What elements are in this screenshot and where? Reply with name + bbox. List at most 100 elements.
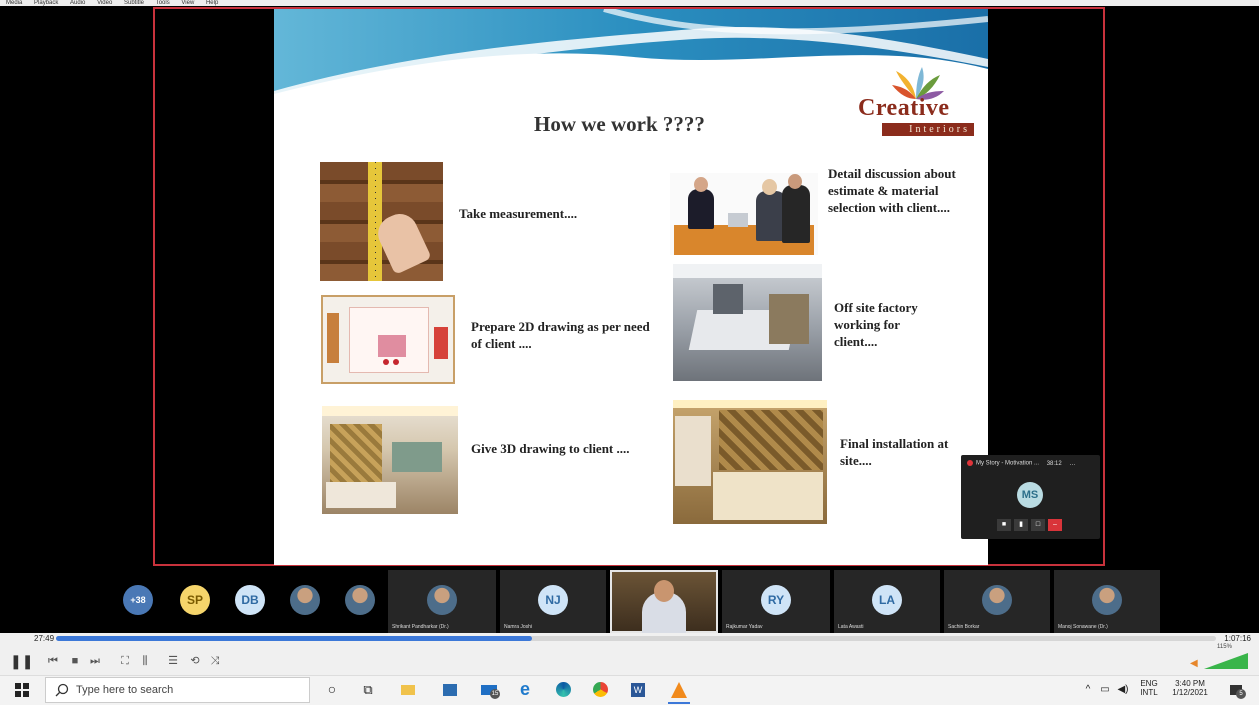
avatar[interactable]: SP bbox=[180, 585, 210, 615]
search-icon bbox=[55, 683, 69, 697]
step-installation-text: Final installation at site.... bbox=[840, 436, 949, 468]
2d-drawing-image bbox=[321, 295, 455, 384]
fullscreen-icon[interactable]: ⛶ bbox=[116, 652, 134, 670]
notification-badge: 5 bbox=[1236, 689, 1246, 699]
menu-video[interactable]: Video bbox=[97, 0, 112, 6]
step-factory-text: Off site factory working for client.... bbox=[834, 300, 918, 349]
avatar: RY bbox=[761, 585, 791, 615]
factory-photo bbox=[673, 264, 822, 381]
search-placeholder: Type here to search bbox=[76, 684, 174, 696]
file-explorer-icon[interactable] bbox=[398, 675, 418, 704]
mini-window-title: My Story - Motivation ... 38:12 … bbox=[967, 460, 1075, 467]
end-call-button[interactable]: – bbox=[1048, 519, 1062, 531]
step-measurement-text: Take measurement.... bbox=[459, 206, 578, 221]
creative-interiors-logo: Creative Interiors bbox=[856, 67, 980, 137]
menu-view[interactable]: View bbox=[181, 0, 194, 6]
loop-icon[interactable]: ⟲ bbox=[186, 652, 204, 670]
edge-icon[interactable] bbox=[553, 675, 573, 704]
avatar: MS bbox=[1017, 482, 1043, 508]
store-icon[interactable] bbox=[440, 675, 460, 704]
menu-tools[interactable]: Tools bbox=[156, 0, 170, 6]
measurement-photo bbox=[320, 162, 443, 281]
task-view-icon[interactable]: ⧉ bbox=[358, 675, 378, 704]
avatar[interactable] bbox=[290, 585, 320, 615]
mini-controls: ■ ▮ □ – bbox=[997, 519, 1065, 531]
active-speaker-tile[interactable] bbox=[610, 570, 718, 633]
elapsed-time: 27:49 bbox=[34, 634, 55, 643]
network-icon[interactable]: ▭ bbox=[1098, 675, 1112, 704]
avatar bbox=[427, 585, 457, 615]
language-indicator[interactable]: ENG INTL bbox=[1138, 679, 1160, 697]
volume-slider[interactable]: ◀ bbox=[1190, 652, 1250, 670]
more-options-icon[interactable]: … bbox=[1069, 461, 1075, 467]
installation-photo bbox=[673, 400, 827, 524]
chrome-icon[interactable] bbox=[590, 675, 610, 704]
step-2d-drawing-text: Prepare 2D drawing as per need of client… bbox=[471, 319, 650, 351]
show-hidden-icons-icon[interactable]: ^ bbox=[1082, 675, 1094, 704]
mini-window-time: 38:12 bbox=[1046, 460, 1062, 467]
taskbar-search-input[interactable]: Type here to search bbox=[45, 677, 310, 703]
recording-icon bbox=[967, 460, 973, 466]
participant-name: Lata Awasti bbox=[838, 624, 864, 630]
volume-icon[interactable]: ◀) bbox=[1116, 675, 1130, 704]
pause-icon[interactable]: ❚❚ bbox=[10, 652, 33, 670]
slide-title: How we work ???? bbox=[534, 112, 705, 136]
next-icon[interactable]: ⏭ bbox=[86, 652, 104, 670]
edge-legacy-icon[interactable]: e bbox=[515, 675, 535, 704]
seek-progress bbox=[56, 636, 532, 641]
mini-meeting-window[interactable]: My Story - Motivation ... 38:12 … MS ■ ▮ □… bbox=[961, 455, 1100, 539]
presentation-slide: Creative Interiors How we work ???? Take… bbox=[274, 9, 988, 565]
avatar bbox=[982, 585, 1012, 615]
avatar: LA bbox=[872, 585, 902, 615]
participant-name: Namra Joshi bbox=[504, 624, 533, 630]
mail-badge: 15 bbox=[490, 689, 500, 699]
participant-tile[interactable]: RY Rajkumar Yadav bbox=[722, 570, 830, 633]
participant-name: Manoj Sonawane (Dr.) bbox=[1058, 624, 1108, 630]
seek-slider[interactable] bbox=[56, 636, 1216, 641]
speaker-icon: ◀ bbox=[1190, 658, 1198, 669]
menu-media[interactable]: Media bbox=[6, 0, 22, 6]
mail-icon[interactable]: 15 bbox=[476, 675, 502, 704]
logo-creative-text: Creative bbox=[858, 95, 950, 121]
participant-name: Rajkumar Yadav bbox=[726, 624, 763, 630]
total-time: 1:07:16 bbox=[1224, 634, 1251, 643]
cortana-icon[interactable]: ○ bbox=[322, 675, 342, 704]
step-3d-drawing-text: Give 3D drawing to client .... bbox=[471, 441, 630, 456]
volume-label: 115% bbox=[1217, 644, 1232, 650]
clock[interactable]: 3:40 PM 1/12/2021 bbox=[1166, 679, 1214, 697]
avatar: NJ bbox=[538, 585, 568, 615]
participant-tile[interactable]: NJ Namra Joshi bbox=[500, 570, 606, 633]
avatar[interactable] bbox=[345, 585, 375, 615]
word-icon[interactable]: W bbox=[628, 675, 648, 704]
menu-help[interactable]: Help bbox=[206, 0, 218, 6]
clock-time: 3:40 PM bbox=[1175, 679, 1205, 688]
video-camera-icon[interactable]: ■ bbox=[997, 519, 1011, 531]
windows-start-icon[interactable] bbox=[10, 675, 34, 704]
menu-subtitle[interactable]: Subtitle bbox=[124, 0, 144, 6]
menu-playback[interactable]: Playback bbox=[34, 0, 58, 6]
vlc-icon[interactable] bbox=[668, 675, 690, 704]
participant-tile[interactable]: LA Lata Awasti bbox=[834, 570, 940, 633]
step-discussion-text: Detail discussion about estimate & mater… bbox=[828, 166, 956, 215]
menu-bar: Media Playback Audio Video Subtitle Tool… bbox=[0, 0, 1259, 6]
participant-tile[interactable]: Shrikant Pandharkar (Dr.) bbox=[388, 570, 496, 633]
menu-audio[interactable]: Audio bbox=[70, 0, 85, 6]
participant-name: Sachin Borkar bbox=[948, 624, 980, 630]
microphone-icon[interactable]: ▮ bbox=[1014, 519, 1028, 531]
share-screen-icon[interactable]: □ bbox=[1031, 519, 1045, 531]
notifications-icon[interactable]: 5 bbox=[1226, 675, 1246, 704]
clock-date: 1/12/2021 bbox=[1172, 688, 1208, 697]
speaker-face bbox=[654, 580, 674, 602]
discussion-photo bbox=[670, 173, 818, 255]
stop-icon[interactable]: ■ bbox=[66, 652, 84, 670]
extended-settings-icon[interactable]: ⫼ bbox=[136, 652, 154, 670]
shuffle-icon[interactable]: ⤨ bbox=[206, 652, 224, 670]
participants-overflow-badge[interactable]: +38 bbox=[123, 585, 153, 615]
avatar bbox=[1092, 585, 1122, 615]
participant-name: Shrikant Pandharkar (Dr.) bbox=[392, 624, 449, 630]
avatar[interactable]: DB bbox=[235, 585, 265, 615]
playlist-icon[interactable]: ☰ bbox=[164, 652, 182, 670]
participant-tile[interactable]: Manoj Sonawane (Dr.) bbox=[1054, 570, 1160, 633]
participant-tile[interactable]: Sachin Borkar bbox=[944, 570, 1050, 633]
previous-icon[interactable]: ⏮ bbox=[44, 652, 62, 670]
